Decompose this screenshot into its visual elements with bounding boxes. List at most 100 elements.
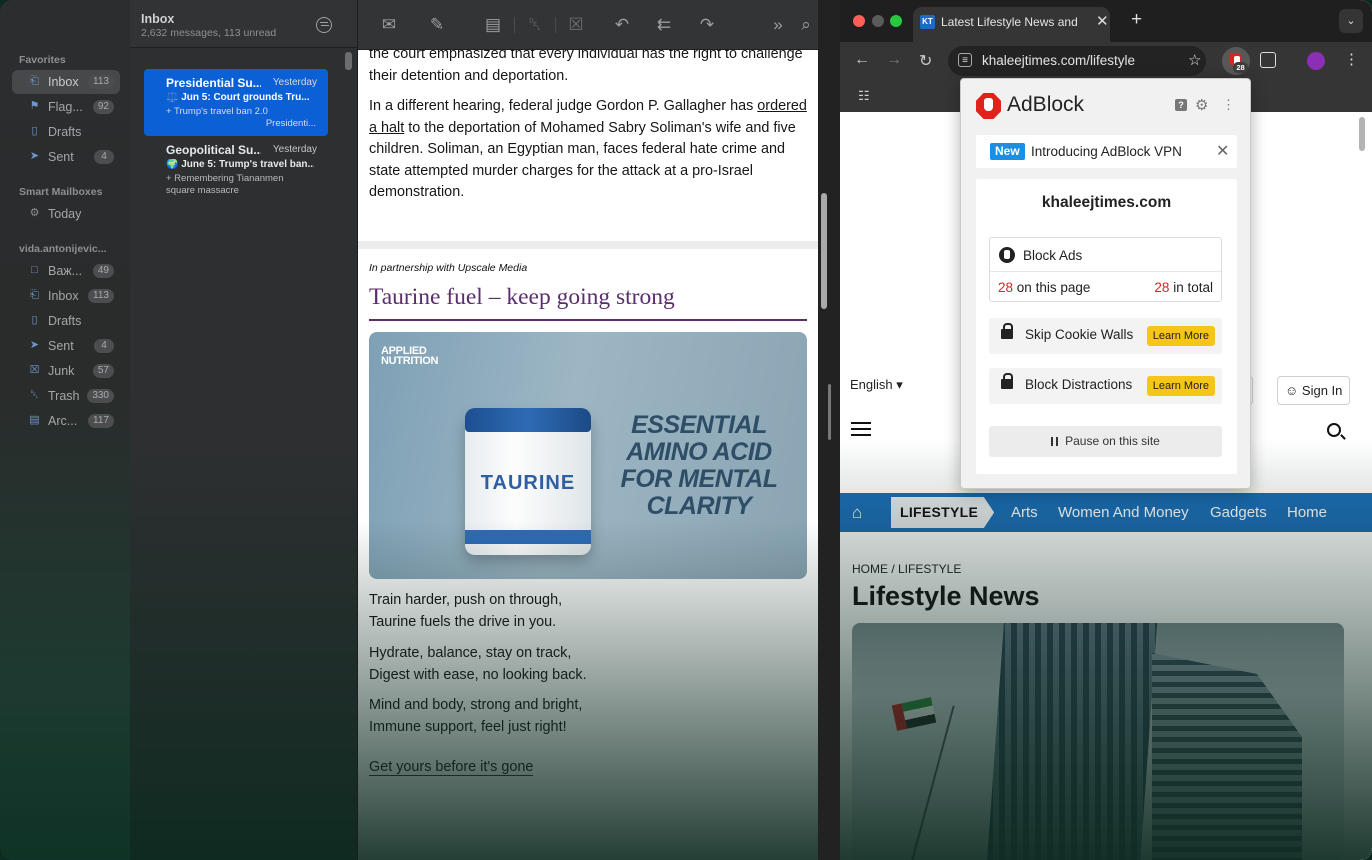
close-icon[interactable]: ✕	[1216, 141, 1229, 161]
flag-pole	[911, 705, 955, 860]
lock-icon	[1001, 323, 1013, 339]
forward-icon[interactable]: →	[886, 51, 902, 69]
adblock-extension-button[interactable]: 28	[1222, 47, 1250, 75]
sidebar-item-sent[interactable]: ➤ Sent 4	[12, 145, 120, 169]
brand-logo: APPLIED NUTRITION	[381, 345, 439, 367]
skip-cookie-walls-row[interactable]: Skip Cookie Walls Learn More	[989, 318, 1222, 354]
tab-search-chevron-icon[interactable]: ⌄	[1339, 9, 1363, 33]
get-yours-link[interactable]: Get yours before it's gone	[369, 759, 534, 776]
section-smart-mailboxes: Smart Mailboxes	[19, 186, 103, 198]
junk-icon[interactable]: ☒	[565, 15, 587, 35]
learn-more-button[interactable]: Learn More	[1146, 326, 1215, 346]
junk-icon: ☒	[29, 364, 40, 376]
close-window-button[interactable]	[853, 15, 865, 27]
sidebar-item-trash[interactable]: ␡ Trash 330	[12, 384, 120, 408]
sidebar-item-inbox[interactable]: ⎗ Inbox 113	[12, 70, 120, 94]
adblock-hand-icon	[999, 247, 1015, 263]
message-list-scrollbar[interactable]	[345, 52, 352, 70]
extensions-puzzle-icon[interactable]	[1260, 52, 1276, 68]
message-row[interactable]: Geopolitical Su... Yesterday 🌍 June 5: T…	[144, 136, 328, 203]
language-label: English	[850, 377, 893, 392]
learn-more-button[interactable]: Learn More	[1146, 376, 1215, 396]
nav-home[interactable]: Home	[1287, 504, 1327, 521]
sidebar-item-label: Junk	[48, 364, 75, 378]
ad-title[interactable]: Taurine fuel – keep going strong	[369, 284, 675, 311]
site-search-icon[interactable]	[1327, 423, 1341, 437]
block-ads-panel: Block Ads 28 on this page 28 in total	[989, 237, 1222, 302]
sidebar-item-account-sent[interactable]: ➤ Sent 4	[12, 334, 120, 358]
taurine-ad-image[interactable]: APPLIED NUTRITION TAURINE ESSENTIAL AMINO…	[369, 332, 807, 579]
message-scrollbar[interactable]	[821, 193, 827, 309]
sidebar-item-drafts[interactable]: ▯ Drafts	[12, 120, 120, 144]
paper-plane-icon: ➤	[29, 150, 40, 162]
language-selector[interactable]: English ▾	[850, 377, 903, 393]
new-tab-icon[interactable]: +	[1131, 9, 1142, 31]
sidebar-item-label: Arc...	[48, 414, 78, 428]
profile-avatar[interactable]	[1307, 52, 1325, 70]
trash-icon[interactable]: ␡	[524, 15, 546, 35]
archive-icon[interactable]: ▤	[482, 15, 504, 35]
message-list-header: Inbox 2,632 messages, 113 unread	[130, 0, 357, 48]
breadcrumb[interactable]: HOME / LIFESTYLE	[852, 562, 961, 576]
gear-icon: ⚙	[29, 207, 40, 219]
vpn-promo-text: Introducing AdBlock VPN	[1031, 144, 1182, 159]
address-bar[interactable]: ≡ khaleejtimes.com/lifestyle ☆	[948, 46, 1206, 76]
filter-icon[interactable]	[316, 17, 332, 33]
sign-in-button[interactable]: ☺ Sign In	[1277, 376, 1351, 405]
sidebar-item-account-inbox[interactable]: ⎗ Inbox 113	[12, 284, 120, 308]
sidebar-item-junk[interactable]: ☒ Junk 57	[12, 359, 120, 383]
reply-icon[interactable]: ↶	[611, 15, 633, 35]
message-row[interactable]: Presidential Su... Yesterday ⚖️ Jun 5: C…	[144, 69, 328, 136]
sidebar-item-archive[interactable]: ▤ Arc... 117	[12, 409, 120, 433]
more-options-icon[interactable]: ⋮	[1222, 97, 1235, 113]
reload-icon[interactable]: ↻	[919, 51, 932, 71]
split-view-divider[interactable]	[818, 0, 840, 860]
block-distractions-row[interactable]: Block Distractions Learn More	[989, 368, 1222, 404]
url-text[interactable]: khaleejtimes.com/lifestyle	[982, 53, 1135, 68]
nav-gadgets[interactable]: Gadgets	[1210, 504, 1267, 521]
site-settings-icon[interactable]: ≡	[958, 53, 972, 67]
reply-all-icon[interactable]: ⇇	[653, 15, 675, 35]
close-tab-icon[interactable]: ✕	[1096, 12, 1109, 30]
zoom-window-button[interactable]	[890, 15, 902, 27]
message-list: Inbox 2,632 messages, 113 unread Preside…	[130, 0, 357, 860]
apps-grid-icon[interactable]: ☷	[858, 89, 871, 102]
message-viewer: ✉ ✎ ▤ ␡ ☒ ↶ ⇇ ↷ » ⌕ the court emphasized…	[357, 0, 819, 860]
compose-envelope-icon[interactable]: ✉	[378, 15, 400, 35]
poem-line: Taurine fuels the drive in you.	[369, 613, 557, 630]
trash-icon: ␡	[30, 389, 39, 401]
pause-on-site-button[interactable]: Pause on this site	[989, 426, 1222, 457]
article-photo[interactable]	[852, 623, 1344, 860]
browser-menu-icon[interactable]: ⋮	[1344, 50, 1359, 68]
bookmark-star-icon[interactable]: ☆	[1188, 51, 1201, 69]
sign-in-label: Sign In	[1301, 383, 1343, 398]
nav-arts[interactable]: Arts	[1011, 504, 1038, 521]
sidebar-item-today[interactable]: ⚙ Today	[12, 202, 120, 226]
sidebar-item-account-drafts[interactable]: ▯ Drafts	[12, 309, 120, 333]
nav-women-and-money[interactable]: Women And Money	[1058, 504, 1189, 521]
search-icon[interactable]: ⌕	[795, 15, 817, 35]
more-icon[interactable]: »	[767, 15, 789, 35]
divider-handle[interactable]	[828, 384, 831, 440]
back-icon[interactable]: ←	[854, 51, 870, 69]
unread-count: 330	[87, 389, 114, 403]
hamburger-menu-icon[interactable]	[851, 422, 871, 424]
new-message-icon[interactable]: ✎	[426, 15, 448, 35]
page-scrollbar[interactable]	[1359, 117, 1365, 151]
vpn-promo-banner[interactable]: New Introducing AdBlock VPN ✕	[976, 135, 1237, 168]
mail-app: Favorites ⎗ Inbox 113 ⚑ Flag... 92 ▯ Dra…	[0, 0, 830, 860]
tab-lifestyle[interactable]: KT Latest Lifestyle News and Sto ✕	[913, 7, 1110, 42]
forward-icon[interactable]: ↷	[696, 15, 718, 35]
product-name: TAURINE	[480, 472, 576, 494]
adblock-popup: AdBlock ? ⚙ ⋮ New Introducing AdBlock VP…	[960, 78, 1251, 489]
settings-gear-icon[interactable]: ⚙	[1195, 96, 1208, 114]
site-card: khaleejtimes.com Block Ads 28 on this pa…	[976, 179, 1237, 474]
minimize-window-button[interactable]	[872, 15, 884, 27]
home-icon[interactable]: ⌂	[852, 503, 862, 523]
help-icon[interactable]: ?	[1175, 99, 1187, 111]
pause-label: Pause on this site	[1065, 434, 1160, 448]
block-ads-label: Block Ads	[1023, 248, 1083, 263]
sidebar-item-flagged[interactable]: ⚑ Flag... 92	[12, 95, 120, 119]
sidebar-item-important[interactable]: □ Важ... 49	[12, 259, 120, 283]
nav-lifestyle[interactable]: LIFESTYLE	[891, 497, 995, 528]
